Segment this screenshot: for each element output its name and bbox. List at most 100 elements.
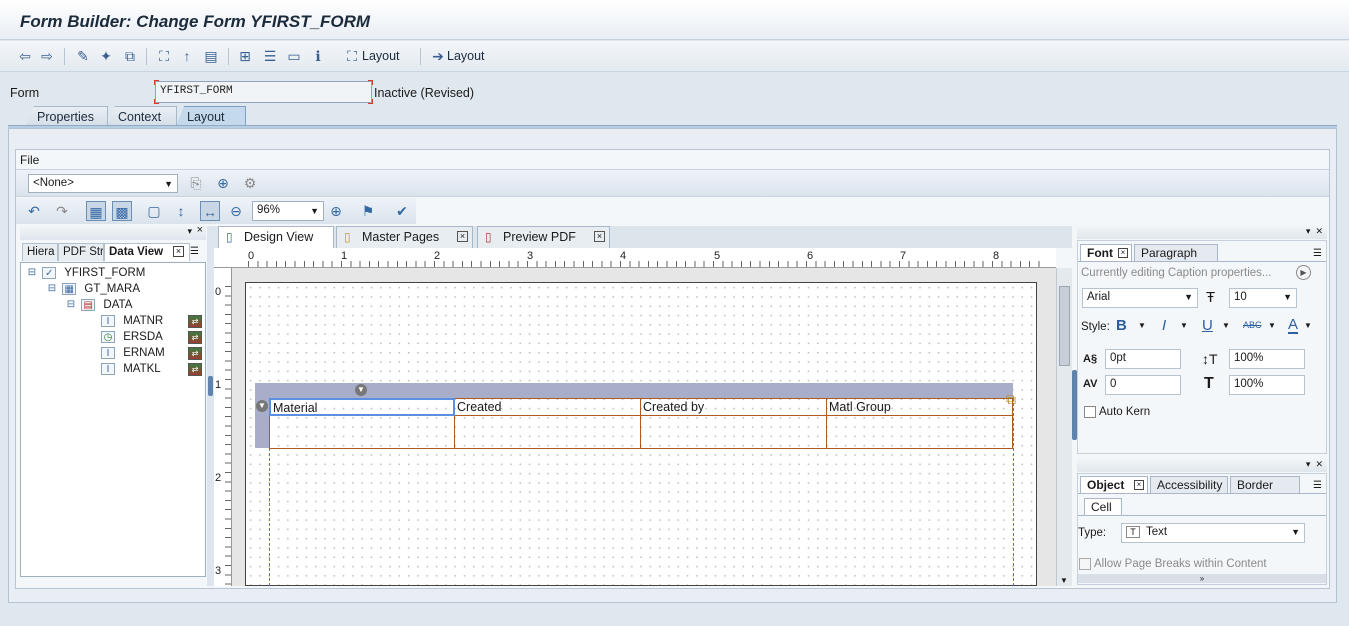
close-icon[interactable]: ✕ [1315, 226, 1323, 236]
tree-item[interactable]: ⊟ ▦ GT_MARA [47, 283, 140, 295]
table-column-bar[interactable]: ▼ [255, 383, 1013, 398]
layout-button-2[interactable]: Layout [447, 49, 485, 63]
auto-kern-checkbox[interactable] [1084, 406, 1096, 418]
close-icon[interactable]: ✕ [1315, 459, 1323, 469]
chevron-down-icon[interactable]: ▼ [1268, 321, 1276, 330]
menu-icon[interactable]: ☰ [190, 246, 199, 257]
snap-grid-icon[interactable]: ▩ [112, 201, 132, 221]
new-icon[interactable]: ⎘ [186, 173, 206, 193]
chevron-down-icon[interactable]: ▼ [1222, 321, 1230, 330]
tree-item[interactable]: ◷ ERSDA ⇄ [101, 331, 205, 344]
tree-item[interactable]: ⊟ ▤ DATA [66, 299, 132, 311]
collapse-icon[interactable]: ⊟ [66, 299, 76, 311]
edit-toggle-icon[interactable]: ✎ [74, 47, 92, 65]
collapse-icon[interactable]: ⊟ [47, 283, 57, 295]
tab-object[interactable]: Object × [1080, 476, 1148, 493]
zoom-in-icon[interactable]: ⊕ [326, 201, 346, 221]
chevron-down-icon[interactable]: ▼ [355, 384, 367, 396]
strikethrough-icon[interactable]: ABC [1243, 320, 1262, 330]
zoom-select[interactable]: 96% ▼ [252, 201, 324, 221]
kerning-input[interactable]: 0 [1105, 375, 1181, 395]
font-color-icon[interactable]: A [1288, 317, 1299, 334]
page-settings-icon[interactable]: ⚙ [240, 173, 260, 193]
tree-item[interactable]: I MATNR ⇄ [101, 315, 205, 328]
window-icon[interactable]: ▭ [285, 47, 303, 65]
table-body-cell[interactable] [641, 416, 827, 449]
baseline-shift-input[interactable]: 0pt [1105, 349, 1181, 369]
tab-context[interactable]: Context [107, 106, 177, 126]
structure-icon[interactable]: ☰ [261, 47, 279, 65]
close-icon[interactable]: × [1118, 248, 1128, 258]
chevron-down-icon[interactable]: ▼ [1304, 321, 1312, 330]
tab-properties[interactable]: Properties [26, 106, 108, 126]
tab-cell[interactable]: Cell [1084, 498, 1122, 515]
tab-paragraph[interactable]: Paragraph [1134, 244, 1218, 261]
close-icon[interactable]: × [197, 224, 203, 236]
pin-icon[interactable]: ↑ [178, 47, 196, 65]
panel-splitter[interactable] [207, 226, 214, 586]
tab-pdf-structure[interactable]: PDF Str [58, 243, 104, 261]
info-icon[interactable]: ℹ [309, 47, 327, 65]
table-body-cell[interactable] [269, 416, 455, 449]
chevron-down-icon[interactable]: ▼ [1138, 321, 1146, 330]
grid-icon[interactable]: ▦ [86, 201, 106, 221]
undo-icon[interactable]: ↶ [24, 201, 44, 221]
close-icon[interactable]: × [1134, 480, 1144, 490]
collapse-icon[interactable]: ⊟ [27, 267, 37, 279]
horizontal-scale-input[interactable]: 100% [1229, 375, 1305, 395]
fit-width-icon[interactable]: ↔ [200, 201, 220, 221]
tree-item[interactable]: ⊟ ✓ YFIRST_FORM [27, 267, 145, 279]
page-icon[interactable]: ▢ [144, 201, 164, 221]
font-name-select[interactable]: Arial ▼ [1082, 288, 1198, 308]
activate-icon[interactable]: ⧉ [121, 47, 139, 65]
scrollbar-thumb[interactable] [1059, 286, 1070, 366]
table-header-cell[interactable]: Created [455, 398, 641, 416]
chevron-down-icon[interactable]: ▼ [1060, 576, 1068, 585]
hierarchy-icon[interactable]: ⊞ [236, 47, 254, 65]
where-used-icon[interactable]: ⛶ [155, 47, 173, 65]
table-header-cell[interactable]: Matl Group [827, 398, 1013, 416]
play-icon[interactable]: ▶ [1296, 265, 1311, 280]
type-select[interactable]: T Text ▼ [1121, 523, 1305, 543]
chevron-down-icon[interactable]: ▾ [1306, 459, 1311, 469]
menu-icon[interactable]: ☰ [1313, 248, 1322, 259]
tab-layout[interactable]: Layout [176, 106, 246, 126]
forward-arrow-icon[interactable]: ⇨ [38, 47, 56, 65]
menu-icon[interactable]: ☰ [1313, 480, 1322, 491]
tab-font[interactable]: Font × [1080, 244, 1132, 261]
fit-height-icon[interactable]: ↕ [171, 201, 191, 221]
tab-accessibility[interactable]: Accessibility [1150, 476, 1228, 493]
tree-item[interactable]: I ERNAM ⇄ [101, 347, 205, 360]
italic-icon[interactable]: I [1162, 317, 1166, 334]
display-object-icon[interactable]: ▤ [202, 47, 220, 65]
table-body-cell[interactable] [455, 416, 641, 449]
table-row-bar[interactable]: ▼ [255, 398, 269, 448]
zoom-out-icon[interactable]: ⊖ [226, 201, 246, 221]
redo-icon[interactable]: ↷ [52, 201, 72, 221]
expand-icon[interactable]: » [1078, 574, 1326, 583]
vertical-scale-input[interactable]: 100% [1229, 349, 1305, 369]
tree-item[interactable]: I MATKL ⇄ [101, 363, 205, 376]
table-header-cell[interactable]: Material [269, 398, 455, 416]
chevron-down-icon[interactable]: ▼ [256, 400, 268, 412]
check-script-icon[interactable]: ⚑ [358, 201, 378, 221]
underline-icon[interactable]: U [1202, 317, 1213, 334]
chevron-down-icon[interactable]: ▼ [1180, 321, 1188, 330]
close-icon[interactable]: × [594, 231, 605, 242]
tab-preview-pdf[interactable]: ▯ Preview PDF × [477, 226, 610, 248]
splitter-handle[interactable] [208, 376, 213, 396]
table-body-cell[interactable] [827, 416, 1013, 449]
font-size-select[interactable]: 10 ▼ [1229, 288, 1297, 308]
spell-check-icon[interactable]: ✔ [392, 201, 412, 221]
arrow-right-icon[interactable]: ➔ [429, 47, 447, 65]
tab-master-pages[interactable]: ▯ Master Pages × [336, 226, 473, 248]
tab-design-view[interactable]: ▯ Design View [218, 226, 334, 248]
close-icon[interactable]: × [173, 246, 184, 257]
master-page-select[interactable]: <None> ▼ [28, 174, 178, 193]
table-header-cell[interactable]: Created by [641, 398, 827, 416]
vertical-scrollbar[interactable]: ▼ [1056, 268, 1072, 586]
table-handle-icon[interactable]: ⧉ [1006, 391, 1028, 413]
back-arrow-icon[interactable]: ⇦ [16, 47, 34, 65]
form-name-input[interactable]: YFIRST_FORM [154, 80, 373, 104]
tab-hierarchy[interactable]: Hiera [22, 243, 58, 261]
